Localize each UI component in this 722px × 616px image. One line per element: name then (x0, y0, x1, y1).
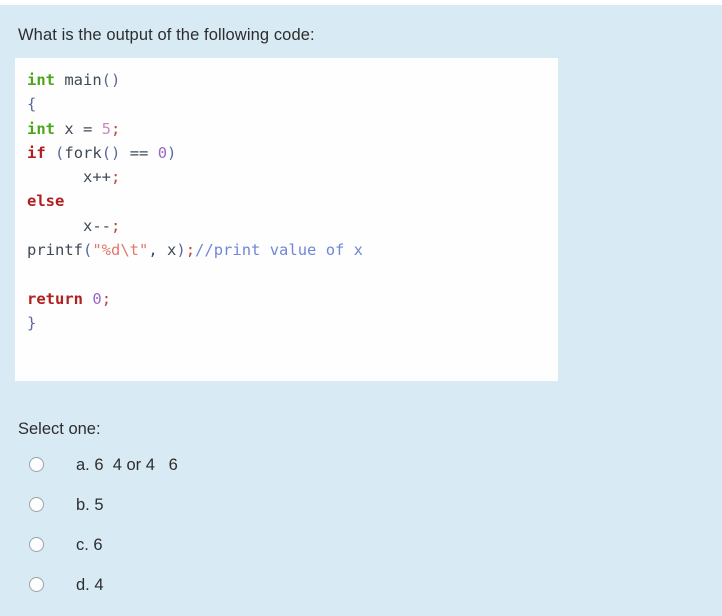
answer-option-label-b[interactable]: b. 5 (76, 493, 104, 517)
code-token-punc: () (101, 71, 121, 89)
code-token-comment: //print value of x (195, 241, 364, 260)
code-line: int x = 5; (27, 117, 558, 141)
code-line: x--; (27, 214, 558, 238)
code-token-ident: main (64, 71, 102, 89)
code-token-punc: ) (167, 143, 177, 162)
code-line: x++; (27, 165, 558, 189)
answer-option-b[interactable]: b. 5 (0, 489, 722, 529)
code-token-num-purp: 0 (157, 143, 168, 162)
code-token-punc: { (27, 95, 37, 114)
code-token-num-pink: 5 (101, 119, 112, 138)
code-line: if (fork() == 0) (27, 141, 558, 165)
code-token-string: "%d\t" (92, 241, 149, 260)
code-token-ident: fork (64, 143, 102, 162)
answer-option-label-c[interactable]: c. 6 (76, 533, 103, 557)
select-one-label: Select one: (18, 420, 101, 438)
quiz-question-page: What is the output of the following code… (0, 0, 722, 616)
code-token-semi: ; (185, 241, 196, 260)
answer-option-d[interactable]: d. 4 (0, 569, 722, 609)
answer-options-list: a. 6 4 or 4 6 b. 5 c. 6 d. 4 (0, 449, 722, 609)
answer-option-a[interactable]: a. 6 4 or 4 6 (0, 449, 722, 489)
code-token-punc: () (101, 143, 121, 162)
code-line: } (27, 311, 558, 335)
code-token-num-purp: 0 (92, 289, 102, 308)
code-line: { (27, 92, 558, 116)
code-token-semi: ; (111, 168, 121, 187)
question-text: What is the output of the following code… (18, 26, 315, 44)
answer-option-label-a[interactable]: a. 6 4 or 4 6 (76, 453, 178, 477)
answer-option-label-d[interactable]: d. 4 (76, 573, 104, 597)
code-token-ident: printf (27, 241, 83, 260)
radio-button-a[interactable] (29, 457, 44, 472)
code-token-kw-type: int (27, 119, 55, 138)
code-token-kw-ctrl: else (27, 192, 65, 211)
code-token-punc: ( (55, 143, 65, 162)
code-token-plain: x++ (27, 168, 111, 187)
code-token-semi: ; (111, 216, 121, 235)
code-token-semi: ; (111, 119, 121, 138)
code-line: printf("%d\t", x);//print value of x (27, 238, 558, 262)
code-token-kw-ctrl: if (27, 143, 46, 162)
code-line: return 0; (27, 287, 558, 311)
code-token-punc: ) (176, 241, 186, 260)
code-token-plain: , (148, 241, 168, 260)
code-token-plain: == (120, 143, 158, 162)
code-line: else (27, 189, 558, 213)
code-token-plain: x-- (27, 216, 111, 235)
radio-button-c[interactable] (29, 537, 44, 552)
code-token-kw-type: int (27, 71, 55, 89)
radio-button-d[interactable] (29, 577, 44, 592)
code-snippet-block: int main(){int x = 5; if (fork() == 0) x+… (15, 58, 558, 381)
radio-button-b[interactable] (29, 497, 44, 512)
code-token-kw-ctrl: return (27, 289, 83, 308)
code-token-punc: ( (83, 241, 93, 260)
code-token-semi: ; (101, 289, 112, 308)
code-line: int main() (27, 68, 558, 92)
code-token-punc: } (27, 313, 37, 332)
answer-option-c[interactable]: c. 6 (0, 529, 722, 569)
top-white-strip (0, 0, 722, 5)
code-token-plain: x (167, 241, 177, 260)
code-token-plain: x = (55, 119, 102, 138)
